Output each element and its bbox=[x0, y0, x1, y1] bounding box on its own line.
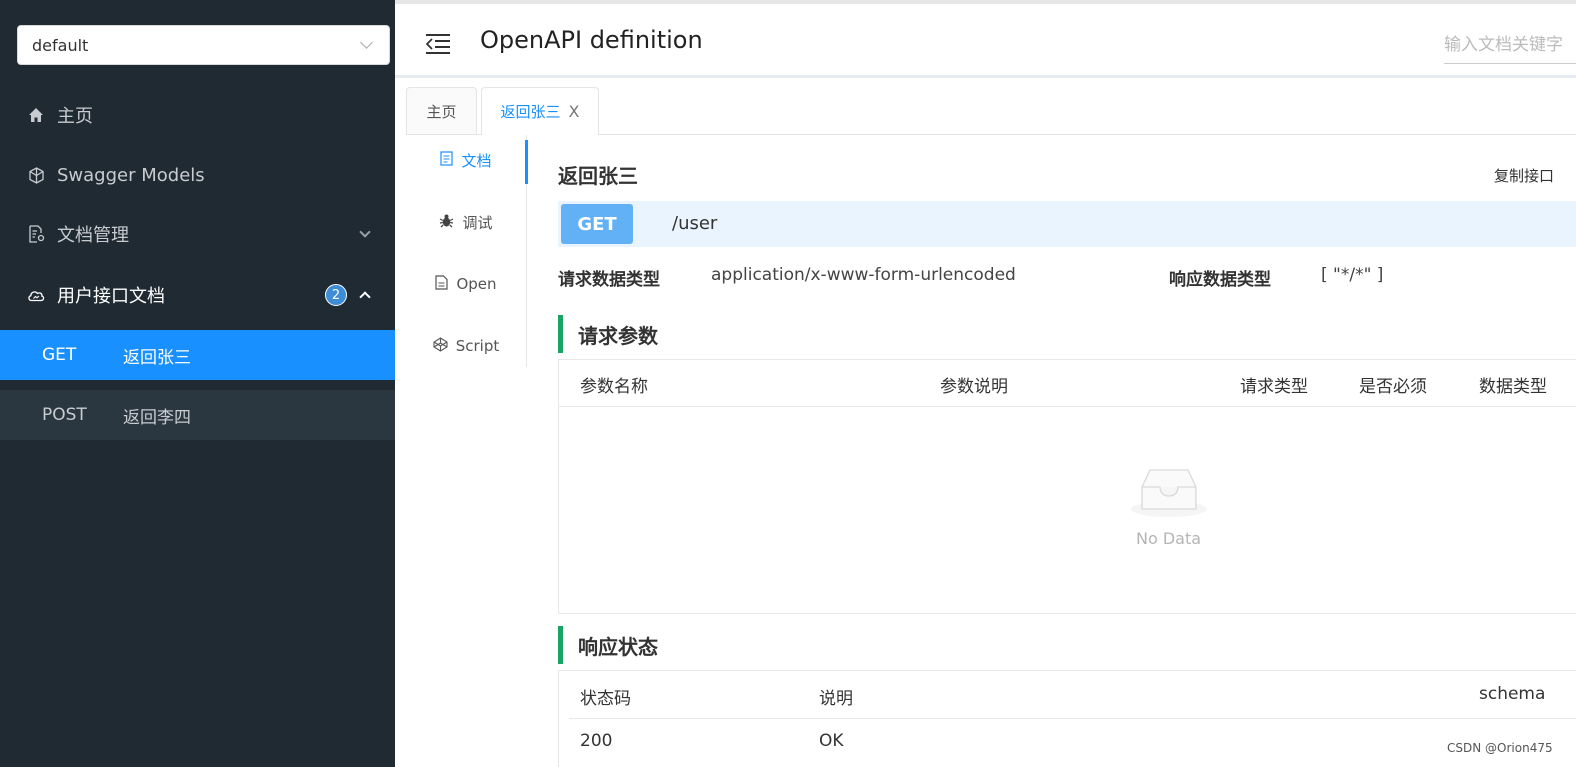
request-params-title: 请求参数 bbox=[558, 315, 658, 353]
method-badge: GET bbox=[561, 204, 633, 244]
codepen-icon bbox=[433, 336, 448, 356]
column-header: 数据类型 bbox=[1479, 377, 1547, 397]
sidebar-item-swagger-models[interactable]: Swagger Models bbox=[0, 150, 395, 200]
docnav-script[interactable]: Script bbox=[406, 326, 526, 366]
empty-text: No Data bbox=[1136, 529, 1202, 548]
column-header: 是否必须 bbox=[1359, 377, 1427, 397]
sidebar-item-user-api-docs[interactable]: 用户接口文档 2 bbox=[0, 270, 395, 320]
home-icon bbox=[27, 106, 45, 124]
column-header: 参数说明 bbox=[940, 377, 1008, 397]
sidebar-subitem-label: 返回张三 bbox=[123, 347, 191, 368]
sidebar-item-label: 主页 bbox=[57, 106, 93, 127]
docnav-label: Open bbox=[456, 275, 497, 293]
status-code-cell: 200 bbox=[580, 731, 613, 751]
group-select[interactable]: default bbox=[17, 25, 390, 65]
response-type-value: [ "*/*" ] bbox=[1321, 265, 1384, 285]
column-header: 状态码 bbox=[580, 689, 631, 709]
count-badge: 2 bbox=[325, 284, 347, 306]
sidebar: default 主页 Swagger Models 文档管理 用户接口文档 2 … bbox=[0, 0, 395, 767]
menu-fold-icon[interactable] bbox=[426, 32, 450, 54]
docnav-label: 文档 bbox=[461, 151, 492, 170]
empty-inbox-icon bbox=[1130, 465, 1208, 520]
group-select-value: default bbox=[32, 35, 89, 55]
request-type-label: 请求数据类型 bbox=[558, 270, 660, 290]
cloud-icon bbox=[27, 286, 45, 304]
sidebar-item-label: 用户接口文档 bbox=[57, 286, 165, 307]
column-header: schema bbox=[1479, 684, 1546, 704]
response-status-table: 状态码 说明 schema 200 OK bbox=[558, 670, 1576, 767]
divider bbox=[569, 718, 1576, 719]
chevron-up-icon bbox=[359, 291, 371, 303]
tab-zhangsan[interactable]: 返回张三 X bbox=[481, 87, 599, 135]
column-header: 参数名称 bbox=[580, 377, 648, 397]
response-status-title: 响应状态 bbox=[558, 626, 658, 664]
bug-icon bbox=[439, 213, 454, 232]
chevron-down-icon bbox=[360, 36, 373, 49]
method-label: GET bbox=[42, 345, 77, 365]
request-params-table: 参数名称 参数说明 请求类型 是否必须 数据类型 bbox=[558, 359, 1576, 614]
sidebar-item-home[interactable]: 主页 bbox=[0, 90, 395, 140]
cube-icon bbox=[27, 166, 45, 184]
request-type-value: application/x-www-form-urlencoded bbox=[711, 265, 1016, 285]
sidebar-subitem-label: 返回李四 bbox=[123, 407, 191, 428]
chevron-down-icon bbox=[359, 226, 371, 238]
tab-home[interactable]: 主页 bbox=[406, 87, 477, 135]
document-settings-icon bbox=[27, 225, 45, 243]
docnav-open[interactable]: Open bbox=[406, 264, 526, 304]
copy-api-button[interactable]: 复制接口 bbox=[1494, 165, 1554, 186]
response-type-label: 响应数据类型 bbox=[1169, 270, 1271, 290]
divider bbox=[598, 134, 1576, 135]
docnav-label: 调试 bbox=[462, 213, 493, 232]
tab-label: 主页 bbox=[426, 103, 457, 121]
sidebar-item-doc-management[interactable]: 文档管理 bbox=[0, 209, 395, 259]
sidebar-subitem-get-zhangsan[interactable]: GET 返回张三 bbox=[0, 330, 395, 380]
search-input[interactable]: 输入文档关键字 bbox=[1444, 26, 1576, 64]
file-icon bbox=[435, 274, 449, 294]
docnav-debug[interactable]: 调试 bbox=[406, 202, 526, 242]
sidebar-subitem-post-lisi[interactable]: POST 返回李四 bbox=[0, 390, 395, 440]
column-header: 说明 bbox=[819, 689, 853, 709]
doc-icon bbox=[440, 150, 454, 170]
divider bbox=[559, 406, 1576, 407]
docnav-label: Script bbox=[455, 337, 500, 355]
method-label: POST bbox=[42, 405, 87, 425]
api-title: 返回张三 bbox=[558, 164, 638, 188]
column-header: 请求类型 bbox=[1240, 377, 1308, 397]
close-icon[interactable]: X bbox=[569, 102, 580, 121]
tab-label: 返回张三 bbox=[500, 103, 561, 121]
sidebar-item-label: Swagger Models bbox=[57, 164, 205, 186]
status-desc-cell: OK bbox=[819, 731, 844, 751]
endpoint-path: /user bbox=[672, 213, 718, 234]
watermark: CSDN @Orion475 bbox=[1447, 741, 1553, 755]
doc-side-nav: 文档 调试 Open Script bbox=[406, 135, 528, 767]
page-title: OpenAPI definition bbox=[480, 26, 703, 54]
docnav-doc[interactable]: 文档 bbox=[406, 140, 526, 180]
top-header: OpenAPI definition 输入文档关键字 bbox=[395, 0, 1576, 78]
sidebar-item-label: 文档管理 bbox=[57, 225, 129, 246]
